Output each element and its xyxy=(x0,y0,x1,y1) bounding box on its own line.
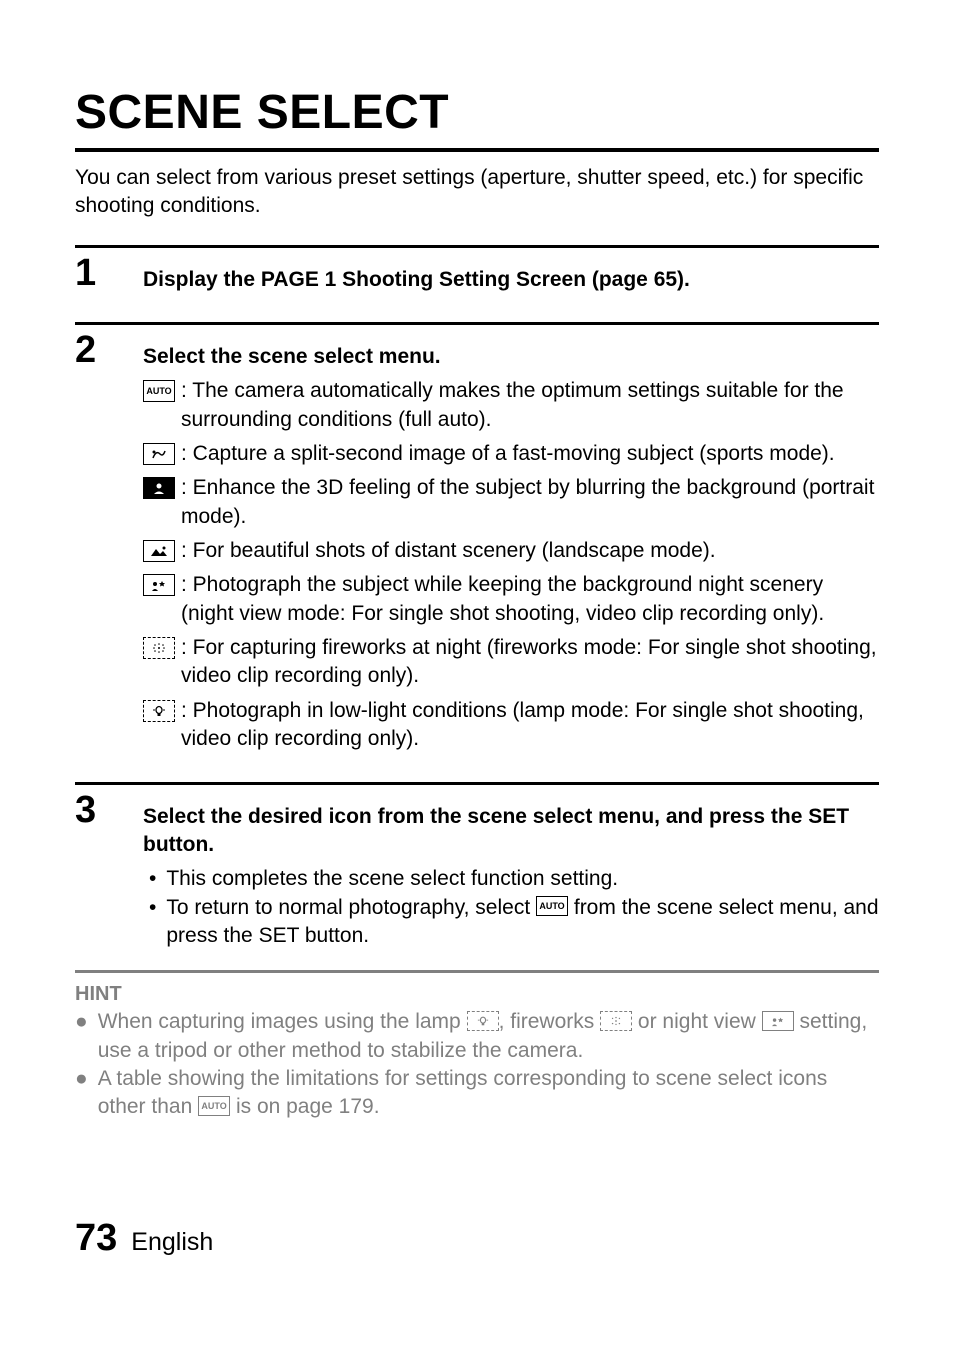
step-number: 3 xyxy=(75,791,123,829)
bullet-item: • To return to normal photography, selec… xyxy=(149,894,879,951)
step-3: 3 Select the desired icon from the scene… xyxy=(75,791,879,951)
mode-fireworks: : For capturing fireworks at night (fire… xyxy=(143,634,879,691)
colon: : xyxy=(181,379,192,402)
colon: : xyxy=(181,442,193,465)
step-divider xyxy=(75,782,879,785)
nightview-icon xyxy=(143,574,175,596)
mode-auto: AUTO : The camera automatically makes th… xyxy=(143,377,879,434)
mode-desc: Photograph in low-light conditions (lamp… xyxy=(181,699,864,750)
bullet-dot: • xyxy=(149,894,156,951)
auto-icon: AUTO xyxy=(536,896,568,916)
step-heading: Select the desired icon from the scene s… xyxy=(143,803,879,860)
step-divider xyxy=(75,245,879,248)
colon: : xyxy=(181,539,193,562)
mode-desc: Photograph the subject while keeping the… xyxy=(181,573,824,624)
bullet-text: This completes the scene select function… xyxy=(166,865,618,893)
colon: : xyxy=(181,476,193,499)
t: or night view xyxy=(632,1010,762,1033)
bullet-dot: ● xyxy=(75,1008,88,1065)
mode-desc: For beautiful shots of distant scenery (… xyxy=(193,539,716,562)
step-heading: Display the PAGE 1 Shooting Setting Scre… xyxy=(143,266,879,294)
hint-text: A table showing the limitations for sett… xyxy=(98,1065,879,1122)
footer-language: English xyxy=(131,1228,213,1256)
colon: : xyxy=(181,699,193,722)
hint-heading: HINT xyxy=(75,983,879,1006)
hint-divider xyxy=(75,970,879,973)
colon: : xyxy=(181,636,193,659)
t: , fireworks xyxy=(499,1010,601,1033)
auto-icon: AUTO xyxy=(198,1096,230,1116)
mode-desc: The camera automatically makes the optim… xyxy=(181,379,844,430)
step-number: 1 xyxy=(75,254,123,292)
nightview-icon xyxy=(762,1011,794,1031)
intro-text: You can select from various preset setti… xyxy=(75,164,879,221)
portrait-icon xyxy=(143,477,175,499)
fireworks-icon xyxy=(600,1011,632,1031)
mode-sports: : Capture a split-second image of a fast… xyxy=(143,440,879,468)
t: When capturing images using the lamp xyxy=(98,1010,467,1033)
page-number: 73 xyxy=(75,1217,117,1259)
bullet-pre: To return to normal photography, select xyxy=(166,896,536,919)
bullet-dot: ● xyxy=(75,1065,88,1122)
landscape-icon xyxy=(143,540,175,562)
mode-nightview: : Photograph the subject while keeping t… xyxy=(143,571,879,628)
mode-lamp: : Photograph in low-light conditions (la… xyxy=(143,697,879,754)
step-heading: Select the scene select menu. xyxy=(143,343,879,371)
page-title: SCENE SELECT xyxy=(75,85,879,140)
step-1: 1 Display the PAGE 1 Shooting Setting Sc… xyxy=(75,254,879,300)
title-divider xyxy=(75,148,879,152)
lamp-icon xyxy=(143,700,175,722)
auto-icon: AUTO xyxy=(143,380,175,402)
step-divider xyxy=(75,322,879,325)
fireworks-icon xyxy=(143,637,175,659)
bullet-text: To return to normal photography, select … xyxy=(166,894,879,951)
step-number: 2 xyxy=(75,331,123,369)
bullet-item: • This completes the scene select functi… xyxy=(149,865,879,893)
mode-portrait: : Enhance the 3D feeling of the subject … xyxy=(143,474,879,531)
mode-landscape: : For beautiful shots of distant scenery… xyxy=(143,537,879,565)
hint-text: When capturing images using the lamp , f… xyxy=(98,1008,879,1065)
hint-item: ● A table showing the limitations for se… xyxy=(75,1065,879,1122)
mode-desc: For capturing fireworks at night (firewo… xyxy=(181,636,877,687)
bullet-dot: • xyxy=(149,865,156,893)
t: is on page 179. xyxy=(236,1095,380,1118)
hint-body: ● When capturing images using the lamp ,… xyxy=(75,1008,879,1121)
sports-icon xyxy=(143,443,175,465)
page-footer: 73 English xyxy=(75,1217,213,1260)
step-2: 2 Select the scene select menu. AUTO : T… xyxy=(75,331,879,759)
lamp-icon xyxy=(467,1011,499,1031)
colon: : xyxy=(181,573,193,596)
mode-desc: Enhance the 3D feeling of the subject by… xyxy=(181,476,874,527)
mode-desc: Capture a split-second image of a fast-m… xyxy=(193,442,835,465)
hint-item: ● When capturing images using the lamp ,… xyxy=(75,1008,879,1065)
